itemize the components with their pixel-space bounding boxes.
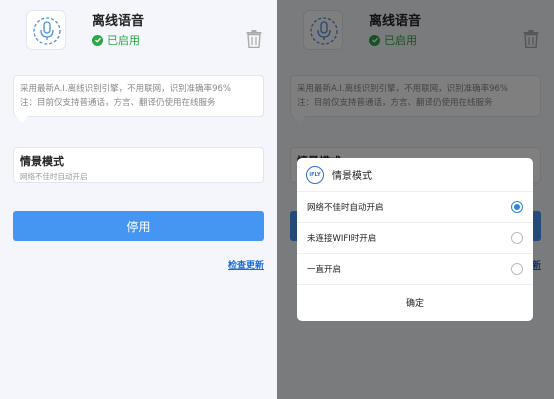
description-line-1: 采用最新A.I.离线识别引擎，不用联网，识别准确率96% [20, 84, 231, 94]
description-line-2: 注：目前仅支持普通话，方言、翻译仍使用在线服务 [20, 98, 216, 108]
check-update-link[interactable]: 检查更新 [228, 258, 264, 271]
trash-icon[interactable] [246, 30, 262, 49]
scene-mode-value: 网络不佳时自动开启 [20, 172, 88, 181]
scene-mode-title: 情景模式 [20, 155, 64, 168]
dialog-header: iFLY 情景模式 [297, 158, 533, 192]
option-label: 一直开启 [307, 265, 342, 275]
description-bubble: 采用最新A.I.离线识别引擎，不用联网，识别准确率96% 注：目前仅支持普通话，… [13, 75, 264, 123]
option-always-on[interactable]: 一直开启 [297, 254, 533, 285]
option-no-wifi[interactable]: 未连接WIFI时开启 [297, 223, 533, 254]
status-text: 已启用 [107, 34, 140, 47]
microphone-icon [26, 10, 66, 50]
ifly-logo-icon: iFLY [306, 165, 324, 184]
dialog-title: 情景模式 [332, 171, 372, 182]
check-circle-icon [92, 34, 103, 46]
radio-unselected[interactable] [511, 232, 523, 244]
disable-button[interactable]: 停用 [13, 211, 264, 241]
offline-voice-screen: 离线语音 已启用 采用最新A.I.离线识别引擎，不用联网，识别准确率96% 注：… [0, 0, 277, 399]
option-label: 未连接WIFI时开启 [307, 234, 377, 244]
scene-mode-setting[interactable]: 情景模式 网络不佳时自动开启 [13, 147, 264, 183]
radio-unselected[interactable] [511, 263, 523, 275]
option-auto-on-poor-network[interactable]: 网络不佳时自动开启 [297, 192, 533, 223]
status-badge: 已启用 [92, 32, 140, 48]
confirm-button[interactable]: 确定 [297, 285, 533, 320]
radio-selected[interactable] [511, 201, 523, 213]
scene-mode-dialog: iFLY 情景模式 网络不佳时自动开启 未连接WIFI时开启 一直开启 确定 [297, 158, 533, 321]
option-label: 网络不佳时自动开启 [307, 203, 384, 213]
app-title: 离线语音 [92, 14, 145, 29]
